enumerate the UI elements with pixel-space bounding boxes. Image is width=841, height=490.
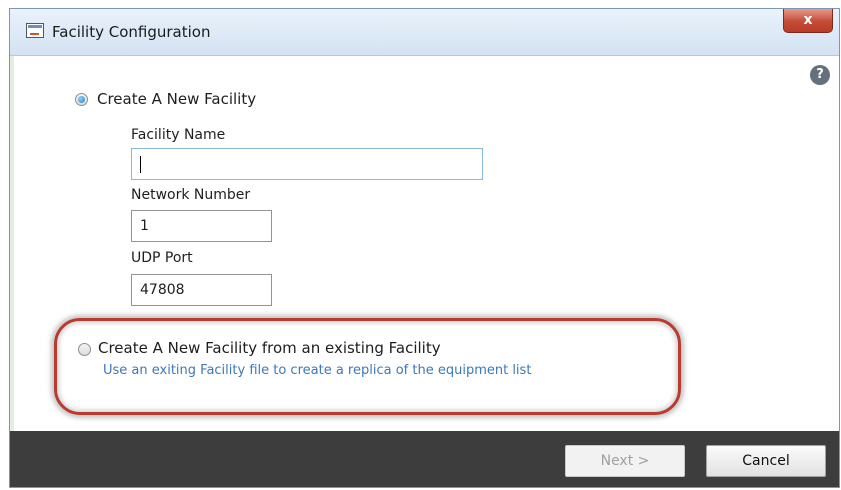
create-new-facility-radio[interactable] [75, 93, 88, 106]
left-edge-stripe [10, 56, 14, 431]
network-number-label: Network Number [131, 187, 251, 203]
dialog-footer: Next > Cancel [10, 431, 839, 487]
create-new-facility-label[interactable]: Create A New Facility [97, 90, 256, 108]
facility-configuration-dialog: Facility Configuration x ? Create A New … [9, 8, 840, 488]
create-from-existing-description: Use an exiting Facility file to create a… [103, 363, 532, 378]
network-number-input[interactable]: 1 [131, 210, 272, 242]
cancel-button[interactable]: Cancel [706, 445, 826, 477]
facility-name-input[interactable] [131, 148, 483, 180]
help-icon[interactable]: ? [810, 65, 830, 85]
window-app-icon [26, 23, 44, 38]
text-caret [140, 155, 141, 173]
create-from-existing-radio[interactable] [78, 343, 91, 356]
udp-port-label: UDP Port [131, 250, 193, 266]
title-bar[interactable]: Facility Configuration x [10, 9, 839, 56]
facility-name-label: Facility Name [131, 127, 226, 143]
close-button[interactable]: x [783, 9, 833, 33]
udp-port-input[interactable]: 47808 [131, 274, 272, 306]
create-from-existing-label[interactable]: Create A New Facility from an existing F… [98, 339, 441, 357]
window-title: Facility Configuration [52, 23, 211, 41]
next-button[interactable]: Next > [565, 445, 685, 477]
